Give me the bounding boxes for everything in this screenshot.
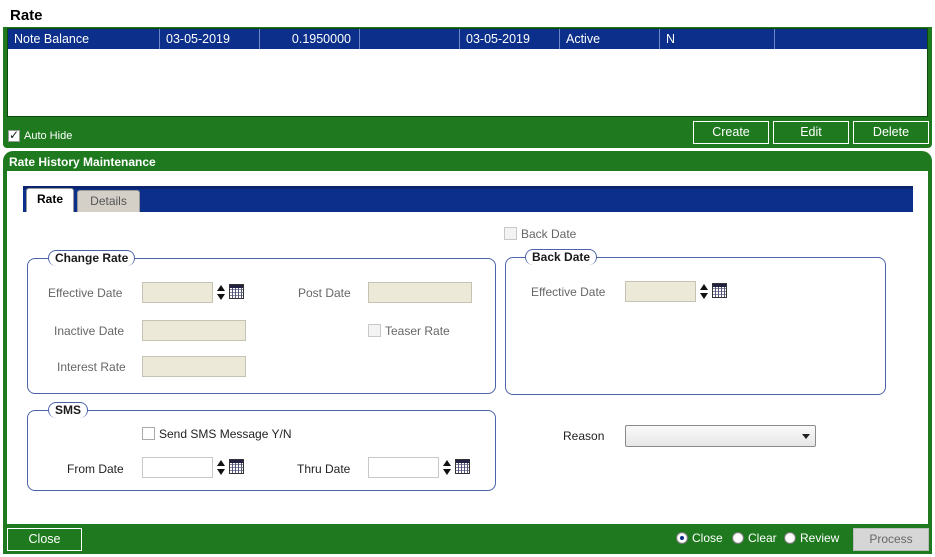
arrow-up-icon	[217, 460, 225, 466]
back-effective-date-spinner[interactable]	[699, 284, 709, 300]
interest-rate-field[interactable]	[142, 356, 246, 377]
cell-type: Note Balance	[8, 29, 160, 49]
teaser-rate-checkbox[interactable]	[368, 324, 381, 337]
back-date-legend: Back Date	[525, 249, 598, 265]
send-sms-label: Send SMS Message Y/N	[159, 427, 292, 441]
inactive-date-label: Inactive Date	[54, 324, 125, 338]
sms-group: SMS	[27, 402, 496, 491]
arrow-up-icon	[700, 284, 708, 290]
arrow-up-icon	[443, 460, 451, 466]
create-button[interactable]: Create	[693, 121, 769, 144]
back-date-checkbox-label: Back Date	[521, 227, 577, 241]
back-effective-date-field[interactable]	[625, 281, 696, 302]
table-row[interactable]: Note Balance 03-05-2019 0.1950000 03-05-…	[8, 29, 927, 49]
post-date-field[interactable]	[368, 282, 472, 303]
effective-date-field[interactable]	[142, 282, 213, 303]
radio-review-label: Review	[800, 531, 840, 545]
cell-blank	[360, 29, 460, 49]
arrow-down-icon	[217, 294, 225, 300]
arrow-down-icon	[443, 469, 451, 475]
calendar-icon[interactable]	[229, 284, 244, 299]
auto-hide-toggle[interactable]: ✓ Auto Hide	[8, 128, 73, 142]
post-date-label: Post Date	[298, 286, 351, 300]
reason-select[interactable]	[625, 425, 816, 447]
arrow-down-icon	[700, 293, 708, 299]
maintenance-title: Rate History Maintenance	[9, 155, 156, 169]
radio-clear-label: Clear	[748, 531, 777, 545]
thru-date-field[interactable]	[368, 457, 439, 478]
delete-button[interactable]: Delete	[853, 121, 929, 144]
teaser-rate-label: Teaser Rate	[385, 324, 450, 338]
calendar-icon[interactable]	[229, 459, 244, 474]
calendar-icon[interactable]	[712, 283, 727, 298]
back-date-group: Back Date	[505, 249, 886, 395]
inactive-date-field[interactable]	[142, 320, 246, 341]
from-date-field[interactable]	[142, 457, 213, 478]
arrow-down-icon	[217, 469, 225, 475]
page-title: Rate	[10, 7, 43, 24]
tab-details[interactable]: Details	[77, 190, 140, 212]
tab-rate[interactable]: Rate	[26, 188, 74, 212]
cell-status: Active	[560, 29, 660, 49]
from-date-spinner[interactable]	[216, 460, 226, 476]
cell-extra	[775, 29, 927, 49]
tab-bar: Rate Details	[23, 186, 913, 212]
cell-post-date: 03-05-2019	[460, 29, 560, 49]
thru-date-label: Thru Date	[297, 462, 351, 476]
effective-date-label: Effective Date	[48, 286, 123, 300]
close-button[interactable]: Close	[7, 528, 82, 551]
chevron-down-icon	[802, 434, 810, 439]
cell-rate: 0.1950000	[260, 29, 360, 49]
radio-close[interactable]: Close	[676, 531, 723, 545]
radio-close-dot[interactable]	[676, 532, 688, 544]
reason-label: Reason	[563, 429, 605, 443]
back-effective-date-label: Effective Date	[531, 285, 606, 299]
send-sms-checkbox[interactable]	[142, 427, 155, 440]
thru-date-spinner[interactable]	[442, 460, 452, 476]
rate-grid: Note Balance 03-05-2019 0.1950000 03-05-…	[7, 28, 928, 117]
check-icon: ✓	[9, 128, 20, 142]
radio-review-dot[interactable]	[784, 532, 796, 544]
auto-hide-label: Auto Hide	[24, 130, 73, 142]
process-button[interactable]: Process	[853, 528, 929, 551]
cell-effective-date: 03-05-2019	[160, 29, 260, 49]
radio-review[interactable]: Review	[784, 531, 839, 545]
auto-hide-checkbox[interactable]: ✓	[8, 128, 20, 142]
from-date-label: From Date	[67, 462, 124, 476]
change-rate-legend: Change Rate	[48, 250, 136, 266]
arrow-up-icon	[217, 285, 225, 291]
effective-date-spinner[interactable]	[216, 285, 226, 301]
sms-legend: SMS	[48, 402, 89, 418]
interest-rate-label: Interest Rate	[57, 360, 126, 374]
cell-flag: N	[660, 29, 775, 49]
calendar-icon[interactable]	[455, 459, 470, 474]
edit-button[interactable]: Edit	[773, 121, 849, 144]
back-date-checkbox[interactable]	[504, 227, 517, 240]
radio-close-label: Close	[692, 531, 723, 545]
radio-clear[interactable]: Clear	[732, 531, 777, 545]
radio-clear-dot[interactable]	[732, 532, 744, 544]
